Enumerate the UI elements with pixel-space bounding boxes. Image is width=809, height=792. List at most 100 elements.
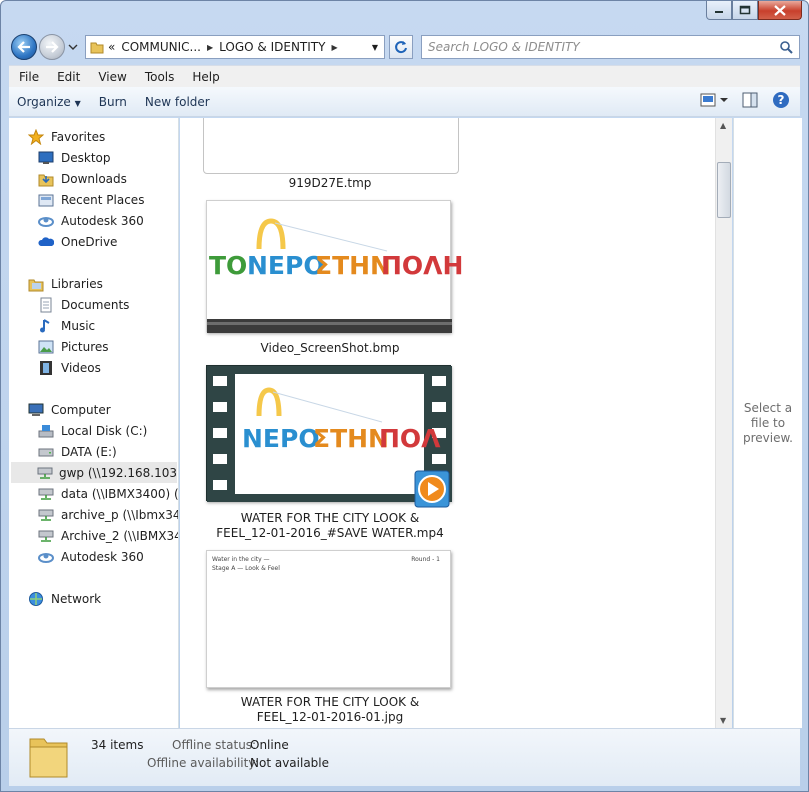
nav-downloads[interactable]: Downloads [37,168,127,189]
preview-pane-icon[interactable] [742,92,758,108]
refresh-button[interactable] [389,35,413,59]
forward-button[interactable] [39,34,65,60]
folder-large-icon [29,738,68,778]
preview-pane: Select a file to preview. [733,118,802,728]
close-icon [774,4,786,16]
back-button[interactable] [11,34,37,60]
chevron-down-icon: ▼ [74,98,81,108]
recent-places-icon [38,194,54,206]
minimize-icon [715,11,723,13]
offline-availability-label: Offline availability: [147,756,259,770]
thumb-text-poli: ΠΟΛΗ [381,251,464,280]
doc-line-2: Stage A — Look & Feel [212,565,280,572]
nav-onedrive[interactable]: OneDrive [37,231,117,252]
nav-autodesk-360[interactable]: Autodesk 360 [37,210,144,231]
address-overflow[interactable]: « [108,40,115,54]
navigation-bar: « COMMUNIC... ▶ LOGO & IDENTITY ▶ ▼ Sear… [9,31,800,63]
menu-tools[interactable]: Tools [135,70,183,84]
scroll-up-icon[interactable]: ▲ [720,121,726,130]
organize-button[interactable]: Organize ▼ [9,95,91,109]
scrollbar-thumb[interactable] [717,162,731,218]
nav-computer[interactable]: Computer [27,399,111,420]
search-icon[interactable] [779,40,793,54]
menu-bar: File Edit View Tools Help [9,65,800,87]
preview-message: Select a file to preview. [742,400,793,445]
nav-videos[interactable]: Videos [37,357,101,378]
nav-label: Autodesk 360 [61,549,144,564]
thumb-text-to: ΤΟ [209,251,248,280]
maximize-icon [739,5,751,15]
scroll-down-icon[interactable]: ▼ [720,716,726,725]
menu-view[interactable]: View [88,70,134,84]
minimize-button[interactable] [706,1,732,20]
nav-desktop[interactable]: Desktop [37,147,111,168]
file-thumbnail-document[interactable]: Water in the city — Stage A — Look & Fee… [206,550,451,688]
explorer-window: « COMMUNIC... ▶ LOGO & IDENTITY ▶ ▼ Sear… [0,0,809,792]
offline-status-value: Online [250,738,289,752]
nav-data-o[interactable]: data (\\IBMX3400) (O:) [37,483,178,504]
forward-arrow-icon [46,41,59,53]
nav-recent-places[interactable]: Recent Places [37,189,144,210]
refresh-icon [395,41,407,54]
nav-label: Downloads [61,171,127,186]
menu-edit[interactable]: Edit [47,70,88,84]
file-name-line1[interactable]: WATER FOR THE CITY LOOK & [180,511,480,526]
nav-label: Local Disk (C:) [61,423,148,438]
nav-pictures[interactable]: Pictures [37,336,109,357]
thumb-text-nero: ΝΕΡΟ [247,251,325,280]
file-thumbnail-blank[interactable] [203,118,459,174]
nav-local-disk-c[interactable]: Local Disk (C:) [37,420,147,441]
breadcrumb-segment[interactable]: COMMUNIC... [121,40,201,54]
menu-file[interactable]: File [9,70,47,84]
nav-libraries-label: Libraries [51,276,103,291]
videos-filmstrip-icon [40,360,52,375]
address-dropdown[interactable]: ▼ [366,36,384,58]
nav-autodesk-360-computer[interactable]: Autodesk 360 [37,546,144,567]
vertical-scrollbar[interactable]: ▲ ▼ [715,118,732,728]
nav-music[interactable]: Music [37,315,95,336]
file-list: 919D27E.tmp ΤΟ ΝΕΡΟ ΣΤΗΝ ΠΟΛΗ Video_Scre… [180,118,715,728]
nav-label: DATA (E:) [61,444,117,459]
media-player-play-icon [414,470,450,508]
breadcrumb-segment[interactable]: LOGO & IDENTITY [219,40,325,54]
menu-help[interactable]: Help [182,70,227,84]
search-input[interactable]: Search LOGO & IDENTITY [421,35,800,59]
music-note-icon [40,318,50,332]
nav-label: Autodesk 360 [61,213,144,228]
onedrive-cloud-icon [38,236,54,246]
caption-buttons [706,1,802,21]
offline-status-label: Offline status: [172,738,257,752]
file-name-line1[interactable]: WATER FOR THE CITY LOOK & [180,695,480,710]
address-bar[interactable]: « COMMUNIC... ▶ LOGO & IDENTITY ▶ ▼ [85,35,385,59]
nav-archive-p[interactable]: archive_p (\\Ibmx3400) [37,504,178,525]
help-icon[interactable]: ? [772,91,790,109]
close-button[interactable] [758,1,802,20]
navigation-pane: Favorites Desktop Downloads Recent Place… [9,118,179,728]
burn-button[interactable]: Burn [91,95,137,109]
breadcrumb-separator-icon[interactable]: ▶ [207,43,213,52]
network-drive-icon [38,509,54,521]
nav-libraries[interactable]: Libraries [27,273,103,294]
nav-documents[interactable]: Documents [37,294,129,315]
change-view-icon[interactable] [700,92,728,108]
maximize-button[interactable] [732,1,758,20]
nav-label: Recent Places [61,192,145,207]
thumb-text-stin: ΣΤΗΝ [313,424,389,453]
file-thumbnail-video[interactable]: ΝΕΡΟ ΣΤΗΝ ΠΟΛ [206,365,452,508]
folder-icon [90,42,104,54]
svg-text:?: ? [778,93,785,107]
file-name-line2[interactable]: FEEL_12-01-2016_#SAVE WATER.mp4 [180,526,480,541]
new-folder-button[interactable]: New folder [137,95,220,109]
breadcrumb-separator-icon[interactable]: ▶ [331,43,337,52]
file-name-line2[interactable]: FEEL_12-01-2016-01.jpg [180,710,480,725]
recent-pages-dropdown[interactable] [67,41,79,53]
nav-archive-2[interactable]: Archive_2 (\\IBMX3400) [37,525,178,546]
file-name[interactable]: Video_ScreenShot.bmp [180,341,480,356]
file-name[interactable]: 919D27E.tmp [180,176,480,191]
nav-gwp-network-drive[interactable]: gwp (\\192.168.103.10) [11,462,178,483]
nav-data-e[interactable]: DATA (E:) [37,441,117,462]
nav-network[interactable]: Network [27,588,101,609]
nav-favorites[interactable]: Favorites [27,126,105,147]
file-thumbnail-video-screenshot[interactable]: ΤΟ ΝΕΡΟ ΣΤΗΝ ΠΟΛΗ [206,200,463,333]
pictures-icon [38,340,54,353]
